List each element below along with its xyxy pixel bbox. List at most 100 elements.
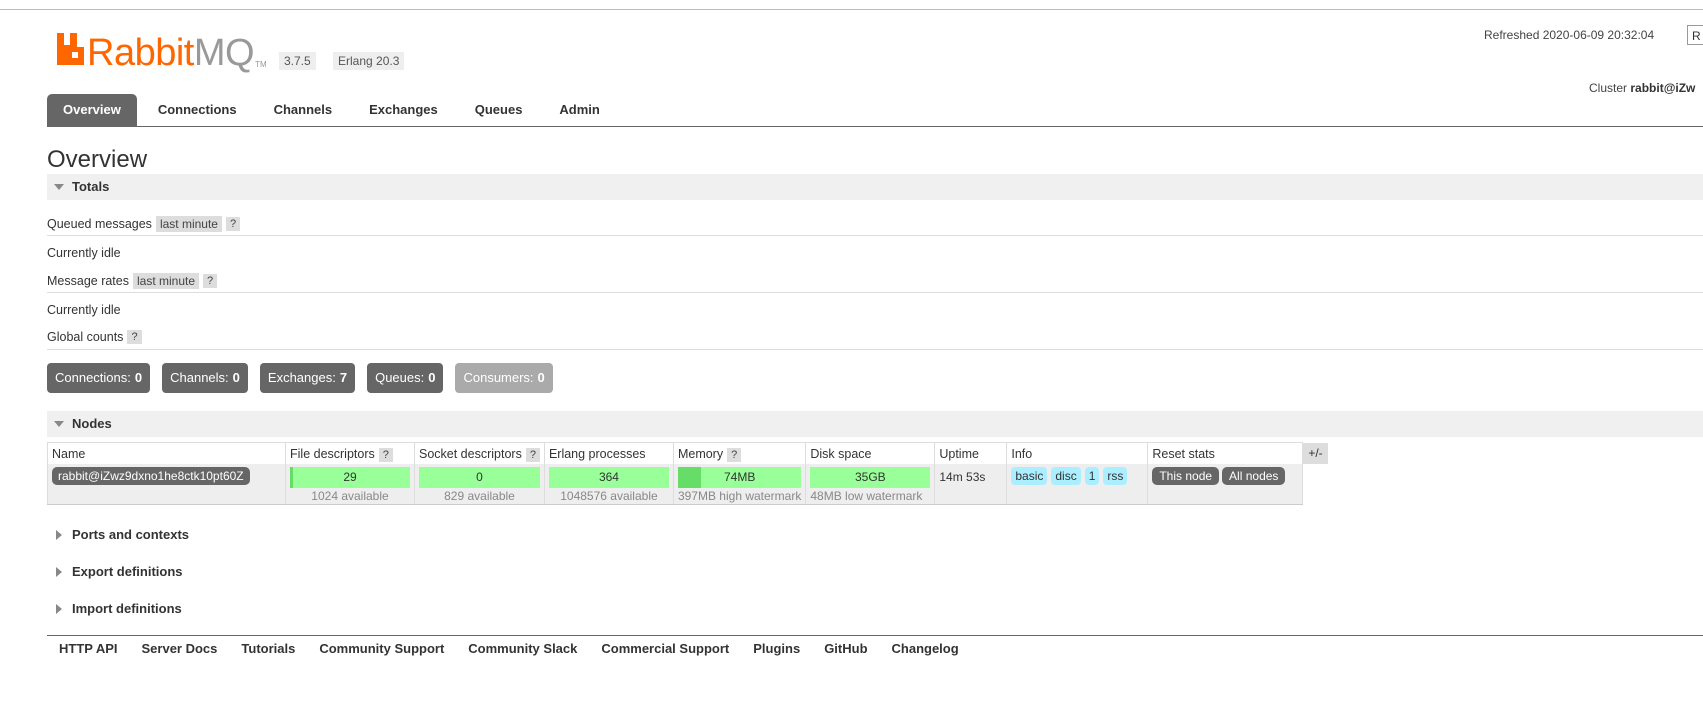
columns-toggle-button[interactable]: +/- — [1302, 442, 1329, 464]
footer-link-plugins[interactable]: Plugins — [741, 641, 812, 656]
count-label: Queues: — [375, 370, 425, 385]
info-tag-count: 1 — [1084, 467, 1100, 485]
rabbitmq-logo: RabbitMQ TM — [57, 33, 267, 73]
expand-arrow-icon — [56, 604, 62, 614]
queued-messages-label: Queued messages — [47, 217, 152, 231]
table-row: rabbit@iZwz9dxno1he8ctk10pt60Z 29 1024 a… — [47, 464, 1329, 505]
count-value: 0 — [134, 370, 143, 385]
col-name[interactable]: Name — [47, 442, 286, 464]
footer-link-server-docs[interactable]: Server Docs — [130, 641, 230, 656]
disk-usage-bar: 35GB — [810, 467, 931, 488]
message-rates-label: Message rates — [47, 274, 129, 288]
col-info[interactable]: Info — [1006, 442, 1149, 464]
count-label: Channels: — [170, 370, 229, 385]
node-name-cell: rabbit@iZwz9dxno1he8ctk10pt60Z — [47, 464, 286, 505]
processes-available: 1048576 available — [560, 489, 658, 503]
col-label: File descriptors — [290, 446, 375, 461]
consumers-count-button[interactable]: Consumers: 0 — [455, 363, 553, 393]
fd-help-icon[interactable]: ? — [378, 447, 393, 462]
footer-links: HTTP API Server Docs Tutorials Community… — [47, 641, 971, 656]
queued-messages-row: Queued messages last minute ? — [47, 216, 241, 232]
tab-channels[interactable]: Channels — [258, 94, 349, 126]
fd-cell: 29 1024 available — [285, 464, 415, 505]
info-tag-basic: basic — [1011, 467, 1048, 485]
bar-value: 364 — [598, 470, 619, 484]
connections-count-button[interactable]: Connections: 0 — [47, 363, 151, 393]
totals-section-header[interactable]: Totals — [47, 174, 1703, 200]
fd-available: 1024 available — [311, 489, 389, 503]
footer-link-community-support[interactable]: Community Support — [307, 641, 456, 656]
uptime-value: 14m 53s — [939, 470, 986, 484]
section-label: Ports and contexts — [72, 527, 190, 542]
queued-status: Currently idle — [47, 246, 121, 260]
queued-range-selector[interactable]: last minute — [155, 216, 222, 232]
section-label: Import definitions — [72, 601, 182, 616]
col-disk-space[interactable]: Disk space — [805, 442, 936, 464]
empty-cell — [1302, 464, 1329, 505]
count-label: Consumers: — [463, 370, 534, 385]
count-value: 7 — [339, 370, 348, 385]
rates-help-icon[interactable]: ? — [203, 274, 218, 288]
col-socket-descriptors[interactable]: Socket descriptors? — [414, 442, 545, 464]
expand-arrow-icon — [56, 567, 62, 577]
col-uptime[interactable]: Uptime — [934, 442, 1008, 464]
rates-range-selector[interactable]: last minute — [132, 273, 200, 289]
col-memory[interactable]: Memory? — [672, 442, 807, 464]
logo-mq-text: MQ — [193, 32, 255, 74]
global-counts: Connections: 0 Channels: 0 Exchanges: 7 Que… — [47, 363, 565, 393]
disk-watermark: 48MB low watermark — [810, 489, 923, 503]
global-counts-help-icon[interactable]: ? — [127, 330, 142, 344]
footer-link-github[interactable]: GitHub — [812, 641, 879, 656]
footer-link-commercial-support[interactable]: Commercial Support — [589, 641, 741, 656]
tab-exchanges[interactable]: Exchanges — [353, 94, 454, 126]
node-name-link[interactable]: rabbit@iZwz9dxno1he8ctk10pt60Z — [52, 467, 250, 485]
erlang-version-badge: Erlang 20.3 — [333, 52, 405, 70]
disk-cell: 35GB 48MB low watermark — [805, 464, 936, 505]
nodes-section-header[interactable]: Nodes — [47, 411, 1703, 437]
footer-divider — [47, 635, 1703, 636]
info-tag-rss: rss — [1103, 467, 1128, 485]
col-erlang-processes[interactable]: Erlang processes — [543, 442, 674, 464]
info-cell: basic disc 1 rss — [1006, 464, 1149, 505]
sockets-help-icon[interactable]: ? — [525, 447, 540, 462]
main-nav-tabs: Overview Connections Channels Exchanges … — [47, 94, 621, 126]
footer-link-tutorials[interactable]: Tutorials — [229, 641, 307, 656]
reset-this-node-button[interactable]: This node — [1152, 467, 1220, 485]
footer-link-community-slack[interactable]: Community Slack — [456, 641, 589, 656]
message-rates-row: Message rates last minute ? — [47, 273, 218, 289]
memory-help-icon[interactable]: ? — [727, 447, 742, 462]
count-label: Connections: — [55, 370, 131, 385]
collapse-arrow-icon — [54, 184, 64, 190]
bar-value: 29 — [343, 470, 357, 484]
bar-fill — [290, 467, 294, 488]
logo-text: RabbitMQ — [87, 32, 255, 74]
col-label: Memory — [677, 446, 724, 461]
tab-admin[interactable]: Admin — [543, 94, 615, 126]
bar-fill — [677, 467, 702, 488]
tab-queues[interactable]: Queues — [459, 94, 539, 126]
channels-count-button[interactable]: Channels: 0 — [162, 363, 248, 393]
col-file-descriptors[interactable]: File descriptors? — [285, 442, 415, 464]
exchanges-count-button[interactable]: Exchanges: 7 — [259, 363, 356, 393]
bar-value: 0 — [476, 470, 483, 484]
tabs-underline — [47, 126, 1703, 127]
footer-link-http-api[interactable]: HTTP API — [47, 641, 130, 656]
tab-overview[interactable]: Overview — [47, 94, 137, 126]
logo-rabbit-text: Rabbit — [87, 32, 194, 74]
version-badge: 3.7.5 — [279, 52, 316, 70]
sockets-cell: 0 829 available — [414, 464, 545, 505]
footer-link-changelog[interactable]: Changelog — [880, 641, 971, 656]
queues-count-button[interactable]: Queues: 0 — [367, 363, 444, 393]
divider — [47, 349, 1703, 350]
reset-all-nodes-button[interactable]: All nodes — [1222, 467, 1286, 485]
memory-usage-bar: 74MB — [677, 467, 802, 488]
expand-arrow-icon — [56, 530, 62, 540]
queued-help-icon[interactable]: ? — [225, 217, 241, 231]
tab-connections[interactable]: Connections — [142, 94, 253, 126]
cluster-name[interactable]: rabbit@iZw — [1630, 81, 1695, 95]
nodes-heading: Nodes — [72, 416, 112, 431]
reset-stats-cell: This node All nodes — [1147, 464, 1304, 505]
refresh-interval-select[interactable]: R — [1687, 25, 1703, 45]
sockets-usage-bar: 0 — [419, 467, 540, 488]
count-label: Exchanges: — [267, 370, 336, 385]
